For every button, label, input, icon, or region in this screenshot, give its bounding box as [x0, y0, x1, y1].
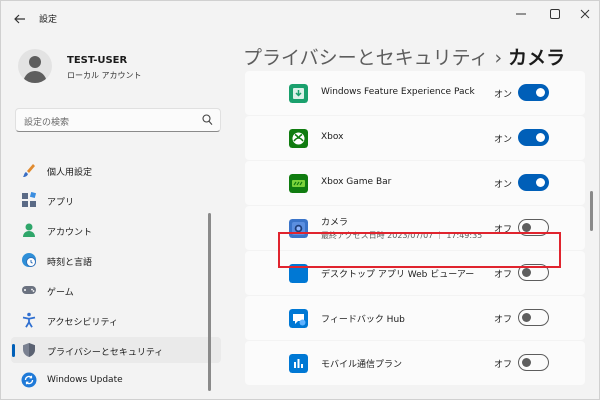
sidebar-item-label: ゲーム [47, 288, 74, 298]
settings-window: 設定 TEST-USER ローカル アカウント 設定の検索 個人用設定 アプリ … [0, 0, 600, 400]
toggle-state-label: オフ [494, 315, 513, 325]
sidebar-item-time-language[interactable]: 時刻と言語 [11, 247, 221, 273]
title-bar: 設定 [1, 1, 599, 37]
sidebar-scrollbar[interactable] [208, 213, 211, 391]
sidebar-item-label: アクセシビリティ [47, 318, 119, 328]
feedback-hub-icon [289, 309, 308, 328]
mobile-plans-icon [289, 354, 308, 373]
app-name: カメラ [321, 218, 349, 228]
close-icon [580, 9, 590, 19]
content-scrollbar[interactable] [590, 191, 593, 231]
xbox-icon [289, 129, 308, 148]
sidebar-item-accessibility[interactable]: アクセシビリティ [11, 307, 221, 333]
brush-icon [23, 164, 35, 177]
account-type: ローカル アカウント [67, 71, 142, 80]
breadcrumb: プライバシーとセキュリティ › カメラ [243, 43, 565, 70]
app-name: フィードバック Hub [321, 315, 405, 325]
sidebar-item-apps[interactable]: アプリ [11, 187, 221, 213]
toggle-switch[interactable] [518, 84, 549, 101]
apps-icon [22, 192, 37, 207]
gamepad-icon [22, 286, 36, 294]
search-icon [202, 114, 213, 125]
globe-clock-icon [22, 253, 36, 267]
list-item: フィードバック Hub オフ [245, 296, 585, 340]
back-button[interactable] [9, 9, 31, 29]
sidebar-item-gaming[interactable]: ゲーム [11, 277, 221, 303]
toggle-switch[interactable] [518, 129, 549, 146]
app-name: Xbox [321, 132, 344, 142]
maximize-icon [550, 9, 560, 19]
highlight-box [278, 232, 561, 268]
minimize-button[interactable] [509, 5, 533, 23]
list-item: Windows Feature Experience Pack オン [245, 71, 585, 115]
account-icon [23, 223, 35, 237]
app-name: デスクトップ アプリ Web ビューアー [321, 270, 475, 280]
app-name: モバイル通信プラン [321, 360, 403, 370]
sidebar-item-privacy-security[interactable]: プライバシーとセキュリティ [11, 337, 221, 363]
toggle-state-label: オン [494, 90, 513, 100]
list-item: モバイル通信プラン オフ [245, 341, 585, 385]
maximize-button[interactable] [543, 5, 567, 23]
sidebar-item-windows-update[interactable]: Windows Update [11, 367, 221, 393]
breadcrumb-parent[interactable]: プライバシーとセキュリティ [243, 47, 488, 69]
app-name: Xbox Game Bar [321, 177, 392, 187]
search-input[interactable]: 設定の検索 [15, 108, 221, 132]
toggle-switch[interactable] [518, 174, 549, 191]
sidebar-item-label: アプリ [47, 198, 75, 208]
page-title: カメラ [508, 47, 566, 69]
sidebar-item-label: 時刻と言語 [47, 258, 93, 268]
shield-icon [23, 343, 35, 357]
accessibility-icon [22, 312, 36, 328]
sidebar-item-label: 個人用設定 [47, 168, 93, 178]
toggle-state-label: オン [494, 180, 513, 190]
close-button[interactable] [573, 5, 597, 23]
toggle-switch[interactable] [518, 309, 549, 326]
selection-indicator [12, 344, 15, 357]
search-placeholder: 設定の検索 [24, 118, 70, 128]
sidebar-item-label: Windows Update [47, 375, 123, 385]
sidebar-item-label: アカウント [47, 228, 93, 238]
user-name: TEST-USER [67, 55, 128, 66]
toggle-state-label: オフ [494, 360, 513, 370]
arrow-left-icon [14, 14, 25, 24]
toggle-state-label: オフ [494, 270, 513, 280]
breadcrumb-separator: › [494, 47, 503, 69]
app-name: Windows Feature Experience Pack [321, 87, 475, 97]
sidebar-item-accounts[interactable]: アカウント [11, 217, 221, 243]
app-title: 設定 [39, 15, 58, 25]
update-icon [21, 372, 37, 388]
list-item: Xbox オン [245, 116, 585, 160]
sidebar-item-personalization[interactable]: 個人用設定 [11, 157, 221, 183]
user-icon [23, 56, 47, 83]
list-item: Xbox Game Bar オン [245, 161, 585, 205]
sidebar-item-label: プライバシーとセキュリティ [47, 348, 164, 358]
avatar[interactable] [18, 49, 52, 83]
minimize-icon [516, 13, 526, 15]
game-bar-icon [289, 174, 308, 193]
feature-pack-icon [289, 84, 308, 103]
toggle-state-label: オン [494, 135, 513, 145]
toggle-switch[interactable] [518, 354, 549, 371]
